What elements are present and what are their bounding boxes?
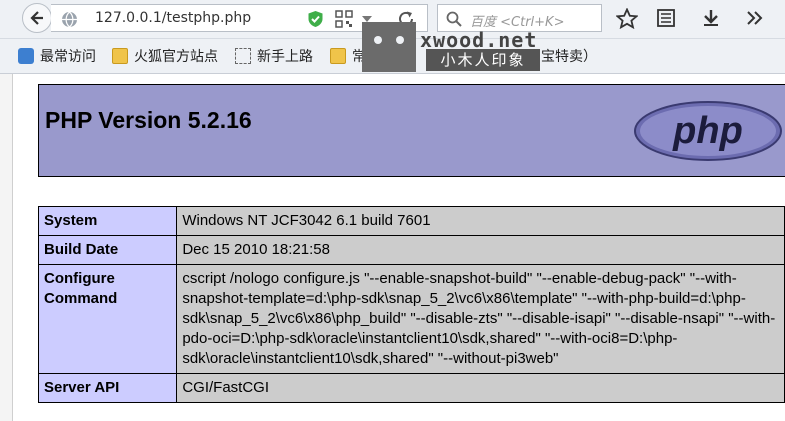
table-row: Server API CGI/FastCGI [37, 373, 785, 403]
globe-icon[interactable] [61, 11, 78, 28]
star-icon[interactable] [616, 8, 638, 29]
table-row: Build Date Dec 15 2010 18:21:58 [37, 235, 785, 265]
bookmark-label: 新手上路 [257, 49, 313, 65]
download-icon[interactable] [701, 8, 721, 28]
folder-icon [330, 48, 346, 64]
row-value: Windows NT JCF3042 6.1 build 7601 [176, 206, 785, 236]
bookmark-label: 最常访问 [40, 49, 96, 65]
back-arrow-icon [30, 11, 43, 25]
bookmark-common[interactable]: 常 [330, 47, 366, 65]
qr-code-icon[interactable] [335, 10, 353, 28]
bookmark-label: 宝特卖） [541, 49, 597, 65]
table-row: Configure Command cscript /nologo config… [37, 264, 785, 374]
robot-logo-icon [362, 22, 416, 72]
window-edge [0, 74, 13, 421]
watermark: xwood.net 小木人印象 [362, 22, 540, 72]
bookmark-icon [18, 48, 34, 64]
row-value: cscript /nologo configure.js "--enable-s… [176, 264, 785, 374]
overflow-icon[interactable] [745, 8, 765, 28]
row-value: Dec 15 2010 18:21:58 [176, 235, 785, 265]
watermark-brand: 小木人印象 [426, 49, 540, 71]
row-key: System [37, 206, 178, 236]
row-key: Configure Command [37, 264, 178, 374]
php-version-header: PHP Version 5.2.16 php [38, 84, 785, 177]
bookmark-firefox-site[interactable]: 火狐官方站点 [112, 47, 218, 65]
bookmark-most-visited[interactable]: 最常访问 [18, 47, 96, 65]
php-logo-text: php [672, 110, 743, 152]
bookmark-taobao-sale[interactable]: 宝特卖） [541, 47, 597, 65]
url-text[interactable]: 127.0.0.1/testphp.php [95, 10, 251, 26]
page-title: PHP Version 5.2.16 [45, 107, 252, 133]
php-info-table: System Windows NT JCF3042 6.1 build 7601… [37, 206, 785, 403]
bookmark-label: 火狐官方站点 [134, 49, 218, 65]
php-logo: php [634, 101, 782, 161]
reader-icon[interactable] [656, 8, 676, 28]
row-key: Build Date [37, 235, 178, 265]
page-icon [235, 48, 251, 64]
shield-icon[interactable] [307, 10, 324, 28]
row-value: CGI/FastCGI [176, 373, 785, 403]
table-row: System Windows NT JCF3042 6.1 build 7601 [37, 206, 785, 236]
folder-icon [112, 48, 128, 64]
bookmark-getting-started[interactable]: 新手上路 [235, 47, 313, 65]
row-key: Server API [37, 373, 178, 403]
back-button[interactable] [22, 3, 52, 33]
